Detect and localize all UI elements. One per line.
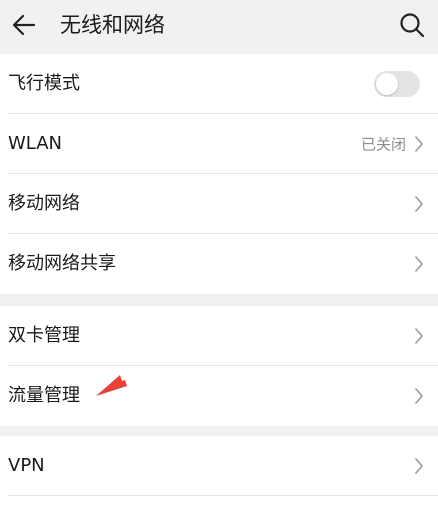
airplane-mode-row[interactable]: 飞行模式 bbox=[0, 54, 438, 114]
page-title: 无线和网络 bbox=[60, 13, 165, 37]
divider bbox=[8, 495, 438, 496]
wlan-row[interactable]: WLAN 已关闭 bbox=[0, 114, 438, 174]
settings-group-vpn: VPN bbox=[0, 436, 438, 516]
vpn-row[interactable]: VPN bbox=[0, 436, 438, 496]
search-icon[interactable] bbox=[396, 9, 428, 41]
row-label: VPN bbox=[8, 455, 45, 476]
chevron-right-icon bbox=[415, 328, 423, 344]
chevron-right-icon bbox=[415, 196, 423, 212]
wireless-network-settings-page: 无线和网络 飞行模式 WLAN 已关闭 移动网络 移动网络共享 双卡管理 流量管… bbox=[0, 0, 438, 516]
dual-sim-row[interactable]: 双卡管理 bbox=[0, 306, 438, 366]
row-label: 飞行模式 bbox=[8, 73, 80, 94]
airplane-mode-toggle[interactable] bbox=[374, 71, 420, 97]
toggle-knob bbox=[376, 73, 398, 95]
row-label: 流量管理 bbox=[8, 385, 80, 406]
tethering-row[interactable]: 移动网络共享 bbox=[0, 234, 438, 294]
row-label: WLAN bbox=[8, 133, 63, 154]
chevron-right-icon bbox=[415, 388, 423, 404]
chevron-right-icon bbox=[415, 136, 423, 152]
row-label: 双卡管理 bbox=[8, 325, 80, 346]
mobile-network-row[interactable]: 移动网络 bbox=[0, 174, 438, 234]
settings-group-network: 飞行模式 WLAN 已关闭 移动网络 移动网络共享 bbox=[0, 54, 438, 294]
wlan-status: 已关闭 bbox=[360, 135, 406, 154]
back-arrow-icon[interactable] bbox=[8, 9, 40, 41]
header-bar: 无线和网络 bbox=[0, 0, 438, 50]
chevron-right-icon bbox=[415, 458, 423, 474]
settings-group-sim-data: 双卡管理 流量管理 bbox=[0, 306, 438, 426]
data-usage-row[interactable]: 流量管理 bbox=[0, 366, 438, 426]
chevron-right-icon bbox=[415, 256, 423, 272]
row-label: 移动网络 bbox=[8, 193, 80, 214]
row-label: 移动网络共享 bbox=[8, 253, 116, 274]
